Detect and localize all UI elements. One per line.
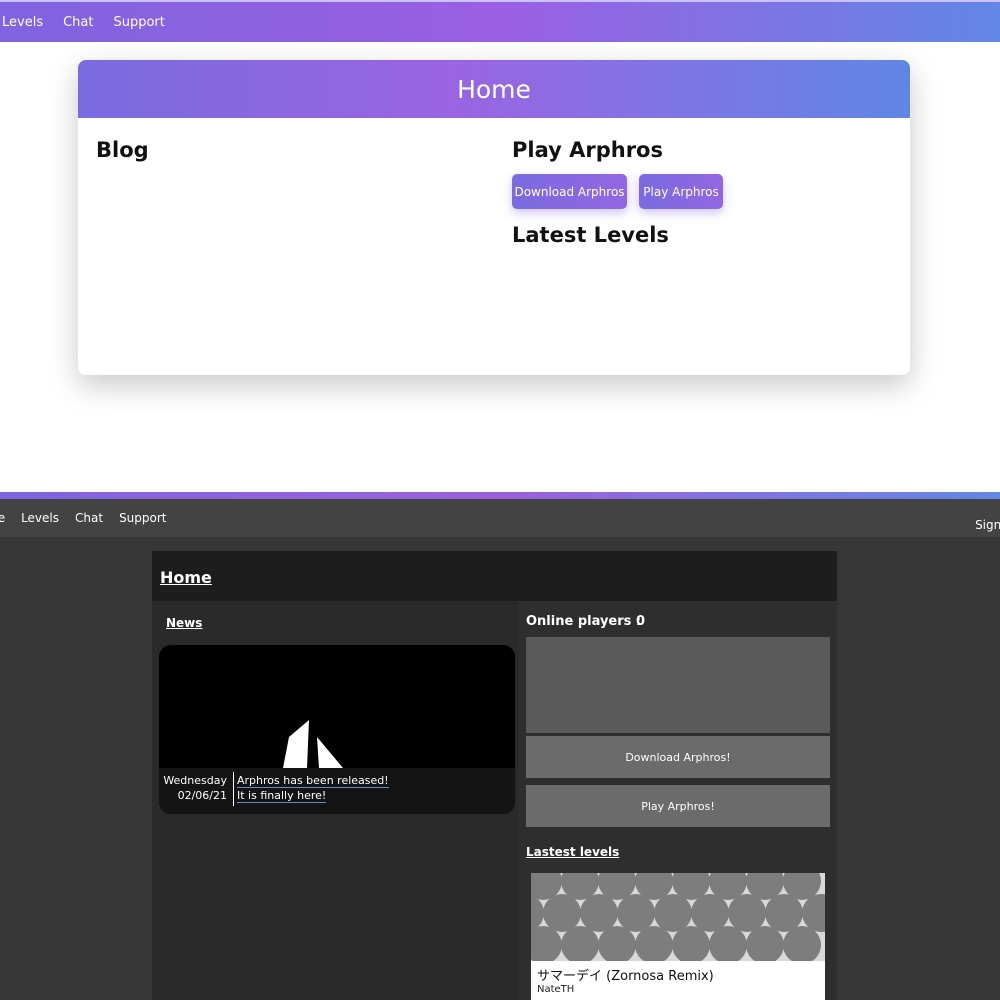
news-day: Wednesday (163, 774, 227, 787)
online-players-label: Online players : (526, 614, 642, 629)
nav-chat[interactable]: Chat (75, 511, 103, 525)
dark-home-panel: Home News Wednesday 02/06/21 Arphros has… (152, 551, 837, 1000)
play-heading: Play Arphros (512, 138, 663, 162)
download-arphros-button[interactable]: Download Arphros! (526, 736, 830, 778)
dark-navbar: me Levels Chat Support Sign in (0, 499, 1000, 537)
home-card-header: Home (78, 60, 910, 118)
nav-levels[interactable]: Levels (21, 511, 59, 525)
dark-theme-preview: me Levels Chat Support Sign in Home News… (0, 492, 1000, 1000)
nav-support[interactable]: Support (119, 511, 166, 525)
arphros-logo-icon (283, 720, 343, 768)
news-link[interactable]: News (166, 616, 202, 630)
light-theme-preview: Levels Chat Support Home Blog Play Arphr… (0, 0, 1000, 492)
news-divider (233, 772, 234, 806)
level-name: サマーデイ (Zornosa Remix) (537, 969, 714, 984)
level-thumbnail (531, 873, 825, 961)
latest-levels-link[interactable]: Lastest levels (526, 845, 619, 859)
download-arphros-button[interactable]: Download Arphros (512, 174, 627, 209)
play-arphros-button[interactable]: Play Arphros! (526, 785, 830, 827)
play-arphros-button[interactable]: Play Arphros (639, 174, 723, 209)
page-title: Home (457, 74, 531, 104)
news-date: 02/06/21 (177, 789, 227, 802)
news-subline[interactable]: It is finally here! (237, 789, 327, 803)
nav-levels[interactable]: Levels (2, 15, 43, 30)
sign-in-link[interactable]: Sign in (975, 518, 1000, 532)
latest-levels-heading: Latest Levels (512, 223, 669, 247)
right-column: Online players : 0 Download Arphros! Pla… (518, 601, 837, 1000)
light-navbar: Levels Chat Support (0, 0, 1000, 42)
level-author: NateTH (537, 984, 575, 995)
news-headline[interactable]: Arphros has been released! (237, 774, 389, 788)
nav-support[interactable]: Support (113, 15, 164, 30)
accent-stripe (0, 492, 1000, 499)
level-card[interactable]: サマーデイ (Zornosa Remix) NateTH (531, 873, 825, 1000)
dark-panel-header: Home (152, 551, 837, 601)
news-card[interactable]: Wednesday 02/06/21 Arphros has been rele… (159, 645, 515, 814)
nav-chat[interactable]: Chat (63, 15, 93, 30)
online-players-count: 0 (636, 614, 646, 629)
blog-heading: Blog (96, 138, 149, 162)
news-caption: Wednesday 02/06/21 Arphros has been rele… (159, 768, 515, 814)
nav-home[interactable]: me (0, 511, 5, 525)
home-card: Home Blog Play Arphros Download Arphros … (78, 60, 910, 375)
player-list-box (526, 637, 830, 733)
home-title-link[interactable]: Home (160, 568, 212, 587)
